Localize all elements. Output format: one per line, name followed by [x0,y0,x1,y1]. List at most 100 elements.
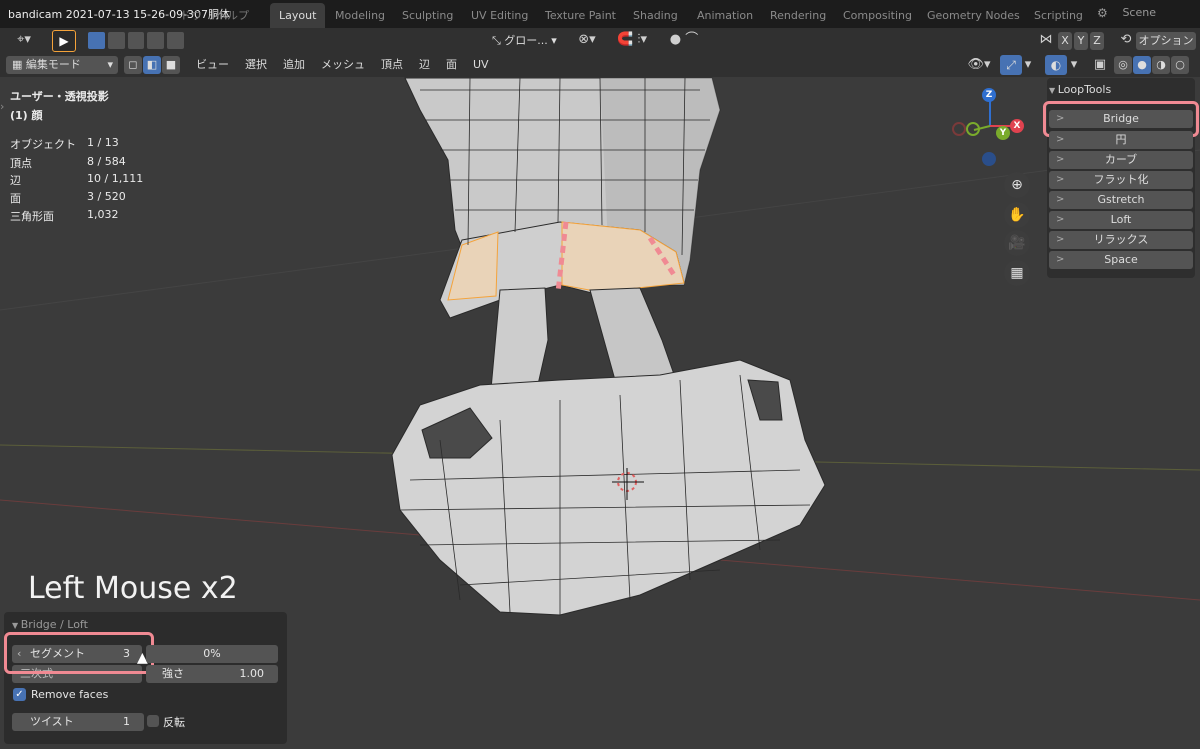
options-arrows-icon[interactable]: ⟲ [1118,31,1134,49]
percent-field[interactable]: 0% [146,645,278,663]
tab-modeling[interactable]: Modeling [326,3,394,28]
mirror-x-toggle[interactable]: X [1058,32,1072,50]
snap-icon[interactable]: 🧲 ⫶▾ [606,31,658,49]
gizmo-z-axis[interactable]: Z [982,88,996,102]
edge-select-icon[interactable]: ◧ [143,56,161,74]
tab-sculpting[interactable]: Sculpting [393,3,462,28]
menu-vertex[interactable]: 頂点 [375,56,409,74]
remove-faces-checkbox[interactable]: ✓ [13,688,26,701]
looptools-space-button[interactable]: > Space [1049,251,1193,269]
looptools-gstretch-button[interactable]: > Gstretch [1049,191,1193,209]
tab-scripting[interactable]: Scripting [1025,3,1092,28]
twist-value: 1 [123,715,130,728]
strength-field[interactable]: 強さ 1.00 [146,665,278,683]
xray-icon[interactable]: ▣ [1090,56,1110,74]
gizmo-neg-y[interactable] [966,122,980,136]
select-tool-icon[interactable]: ▶ [52,30,76,52]
select-intersect-icon[interactable] [167,32,184,49]
looptools-circle-button[interactable]: > 円 [1049,131,1193,149]
reverse-checkbox[interactable] [147,715,159,727]
pivot-point-icon[interactable]: ⊗▾ [572,31,602,49]
menu-edge[interactable]: 辺 [413,56,436,74]
select-new-icon[interactable] [88,32,105,49]
looptools-bridge-button[interactable]: > Bridge [1049,110,1193,128]
visibility-icon[interactable]: 👁▾ [964,56,994,74]
material-shading-icon[interactable]: ◑ [1152,56,1170,74]
gizmo-y-axis[interactable]: Y [996,126,1010,140]
scene-name[interactable]: Scene [1122,6,1156,19]
bridge-label: Bridge [1103,112,1139,125]
decrement-icon[interactable]: ‹ [17,645,21,663]
stat-value-triangles: 1,032 [87,208,119,221]
select-extend-icon[interactable] [107,32,125,49]
mode-dropdown[interactable]: ▦ 編集モード ▾ [6,56,118,74]
tab-animation[interactable]: Animation [688,3,762,28]
wireframe-shading-icon[interactable]: ◎ [1114,56,1132,74]
mirror-icon[interactable]: ⋈ [1036,31,1056,49]
segments-field[interactable]: ‹ セグメント 3 [12,645,142,663]
transform-orientation-dropdown[interactable]: ⤡ グロー... ▾ [486,32,563,50]
editor-type-icon[interactable]: ⌖▾ [8,31,40,49]
mirror-z-toggle[interactable]: Z [1090,32,1104,50]
tab-shading[interactable]: Shading [624,3,687,28]
menu-help[interactable]: ヘルプ [216,7,249,23]
menu-view[interactable]: ビュー [190,56,235,74]
overlay-dropdown-icon[interactable]: ▾ [1068,56,1080,74]
looptools-header[interactable]: ▼ LoopTools [1049,83,1111,96]
keystroke-caption: Left Mouse x2 [28,571,238,606]
gizmo-neg-x[interactable] [952,122,966,136]
gizmo-x-axis[interactable]: X [1010,119,1024,133]
strength-label: 強さ [162,667,184,680]
gizmo-dropdown-icon[interactable]: ▾ [1022,56,1034,74]
overlay-toggle-icon[interactable]: ◐ [1045,55,1067,75]
menu-window[interactable]: ドウ [180,7,202,23]
menu-uv[interactable]: UV [467,56,495,74]
face-select-icon[interactable]: ■ [162,56,180,74]
proportional-edit-icon[interactable]: ● ⌒ [664,31,704,49]
twist-field[interactable]: ツイスト 1 [12,713,144,731]
menu-add[interactable]: 追加 [277,56,311,74]
edit-mode-icon: ▦ [12,58,26,71]
tab-texture-paint[interactable]: Texture Paint [536,3,625,28]
tab-geometry-nodes[interactable]: Geometry Nodes [918,3,1029,28]
looptools-relax-button[interactable]: > リラックス [1049,231,1193,249]
menu-select[interactable]: 選択 [239,56,273,74]
tab-layout[interactable]: Layout [270,3,326,28]
grid-view-icon[interactable]: ▦ [1004,260,1030,286]
tab-rendering[interactable]: Rendering [761,3,835,28]
tab-compositing[interactable]: Compositing [834,3,921,28]
orientation-icon: ⤡ [492,34,505,47]
mirror-y-toggle[interactable]: Y [1074,32,1088,50]
menu-face[interactable]: 面 [440,56,463,74]
solid-shading-icon[interactable]: ● [1133,56,1151,74]
gizmo-toggle-icon[interactable]: ⤢ [1000,55,1022,75]
looptools-curve-button[interactable]: > カーブ [1049,151,1193,169]
tab-uv-editing[interactable]: UV Editing [462,3,537,28]
collapse-arrow-icon: ▼ [1049,86,1058,95]
segments-label: セグメント [30,647,85,660]
pan-hand-icon[interactable]: ✋ [1004,202,1030,228]
space-label: Space [1104,253,1138,266]
sidebar-toggle-icon[interactable]: › [0,100,4,113]
mirror-axes: X Y Z [1058,32,1104,50]
vertex-select-icon[interactable]: ◻ [124,56,142,74]
select-invert-icon[interactable] [147,32,165,49]
looptools-flatten-button[interactable]: > フラット化 [1049,171,1193,189]
operator-header[interactable]: ▼ Bridge / Loft [12,618,88,631]
stat-value-faces: 3 / 520 [87,190,126,203]
rendered-shading-icon[interactable]: ○ [1171,56,1189,74]
menu-mesh[interactable]: メッシュ [315,56,371,74]
navigation-gizmo[interactable]: Z X Y [950,86,1030,176]
options-dropdown[interactable]: オプション [1136,32,1196,50]
camera-icon[interactable]: 🎥 [1004,230,1030,256]
select-mode-group [88,32,184,49]
zoom-icon[interactable]: ⊕ [1004,172,1030,198]
scene-icon[interactable]: ⚙ [1097,6,1108,20]
select-subtract-icon[interactable] [127,32,145,49]
gizmo-neg-z[interactable] [982,152,996,166]
chevron-down-icon: ▾ [107,58,113,71]
stat-label-faces: 面 [10,192,21,205]
twist-label: ツイスト [30,715,74,728]
looptools-loft-button[interactable]: > Loft [1049,211,1193,229]
orientation-label: グロー... [504,34,548,47]
